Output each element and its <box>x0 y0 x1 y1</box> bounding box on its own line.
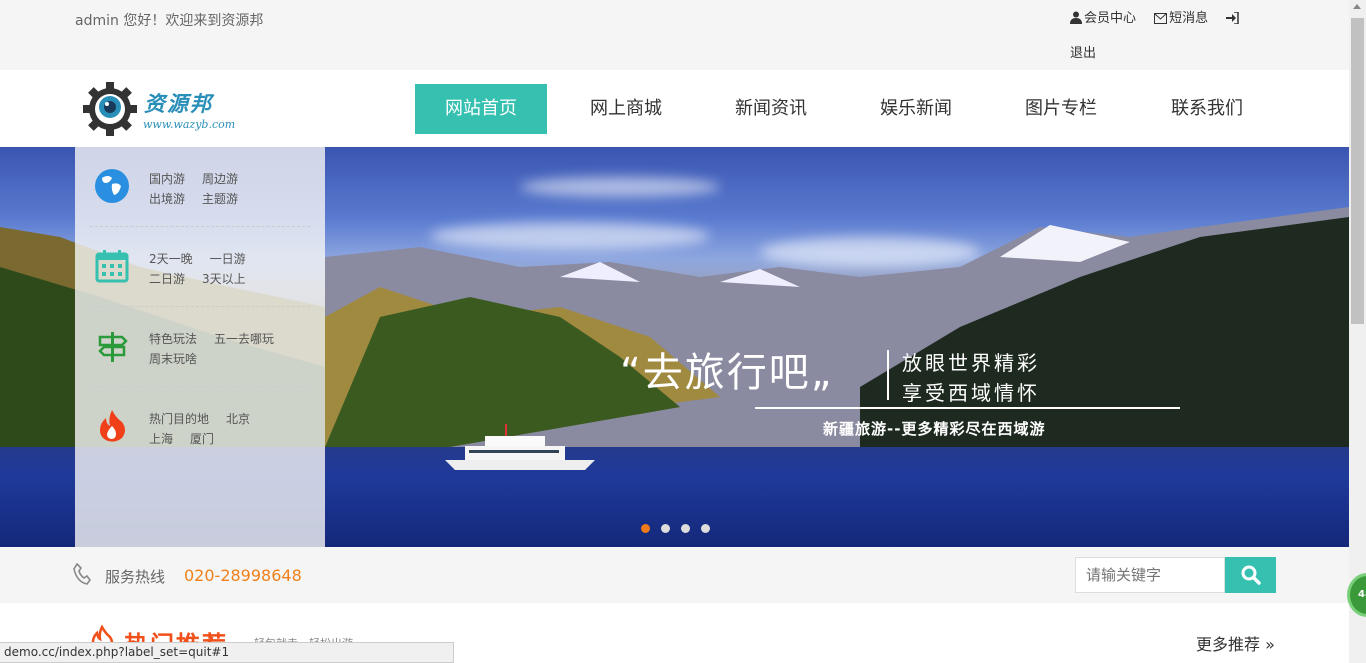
main-nav: 网站首页 网上商城 新闻资讯 娱乐新闻 图片专栏 联系我们 <box>415 84 1287 134</box>
nav-entertainment[interactable]: 娱乐新闻 <box>837 84 995 134</box>
nav-gallery[interactable]: 图片专栏 <box>995 84 1127 134</box>
calendar-icon <box>95 250 129 283</box>
user-links: 会员中心 短消息 退出 <box>1070 10 1270 63</box>
category-domestic: 国内游 周边游 出境游 主题游 <box>90 147 310 227</box>
category-panel: 国内游 周边游 出境游 主题游 2天一晚 一日游 二日游 3天以上 特色玩法 五一去哪玩 … <box>75 147 325 547</box>
member-center-label: 会员中心 <box>1084 11 1137 26</box>
link-domestic[interactable]: 国内游 <box>149 169 185 189</box>
envelope-icon <box>1154 13 1168 24</box>
category-feature: 特色玩法 五一去哪玩 周末玩啥 <box>90 307 310 387</box>
link-1day[interactable]: 一日游 <box>210 249 246 269</box>
eye-gear-icon <box>83 82 137 136</box>
search-input[interactable] <box>1075 557 1225 593</box>
messages-label: 短消息 <box>1169 11 1209 26</box>
nav-contact[interactable]: 联系我们 <box>1127 84 1287 134</box>
link-3day-plus[interactable]: 3天以上 <box>202 269 246 289</box>
link-shanghai[interactable]: 上海 <box>149 429 173 449</box>
search-button[interactable] <box>1225 557 1276 593</box>
link-2day[interactable]: 二日游 <box>149 269 185 289</box>
slogan-divider <box>887 350 889 400</box>
link-xiamen[interactable]: 厦门 <box>190 429 214 449</box>
browser-status-bar: demo.cc/index.php?label_set=quit#1 <box>0 642 454 663</box>
phone-icon <box>73 563 91 585</box>
hotline-label: 服务热线 <box>105 568 166 586</box>
globe-icon <box>95 169 129 203</box>
site-logo[interactable]: 资源邦 www.wazyb.com <box>83 82 243 136</box>
more-recommendations-link[interactable]: 更多推荐 » <box>1196 631 1275 655</box>
nav-news[interactable]: 新闻资讯 <box>705 84 837 134</box>
site-header: 资源邦 www.wazyb.com 网站首页 网上商城 新闻资讯 娱乐新闻 图片… <box>0 70 1349 147</box>
signpost-icon <box>98 332 128 362</box>
link-theme[interactable]: 主题游 <box>202 189 238 209</box>
slogan-underline <box>755 407 1180 409</box>
link-weekend[interactable]: 周末玩啥 <box>149 349 197 369</box>
link-mayday[interactable]: 五一去哪玩 <box>214 329 274 349</box>
category-duration: 2天一晚 一日游 二日游 3天以上 <box>90 227 310 307</box>
logo-url: www.wazyb.com <box>143 118 236 131</box>
logo-name: 资源邦 <box>144 91 213 116</box>
banner-slogan-right-1: 放眼世界精彩 <box>902 351 1040 375</box>
hotline-number: 020-28998648 <box>184 566 302 585</box>
banner-slogan-right-2: 享受西域情怀 <box>902 381 1040 405</box>
service-bar: 服务热线 020-28998648 <box>0 547 1349 603</box>
link-2d1n[interactable]: 2天一晚 <box>149 249 193 269</box>
carousel-dot-1[interactable] <box>641 524 650 533</box>
login-icon-link[interactable] <box>1226 10 1241 28</box>
banner-slogan: “去旅行吧„ <box>620 350 834 396</box>
carousel-dot-4[interactable] <box>701 524 710 533</box>
carousel-dot-2[interactable] <box>661 524 670 533</box>
search-icon <box>1241 565 1261 585</box>
carousel-dots <box>641 524 721 533</box>
category-hot: 热门目的地 北京 上海 厦门 <box>90 387 310 467</box>
page-scrollbar[interactable] <box>1349 0 1366 663</box>
link-special[interactable]: 特色玩法 <box>149 329 197 349</box>
scroll-up-arrow-icon[interactable] <box>1353 4 1361 9</box>
sign-in-icon <box>1226 12 1240 24</box>
link-beijing[interactable]: 北京 <box>226 409 250 429</box>
user-icon <box>1070 11 1082 24</box>
top-bar: admin 您好！欢迎来到资源邦 会员中心 短消息 退出 <box>0 0 1349 70</box>
member-center-link[interactable]: 会员中心 <box>1070 10 1136 28</box>
link-nearby[interactable]: 周边游 <box>202 169 238 189</box>
boat-image <box>445 424 595 470</box>
logout-link[interactable]: 退出 <box>1070 45 1270 63</box>
nav-home[interactable]: 网站首页 <box>415 84 547 134</box>
welcome-text: admin 您好！欢迎来到资源邦 <box>75 13 264 29</box>
banner-subtitle: 新疆旅游--更多精彩尽在西域游 <box>823 420 1046 438</box>
link-outbound[interactable]: 出境游 <box>149 189 185 209</box>
nav-shop[interactable]: 网上商城 <box>547 84 705 134</box>
link-hot-destination[interactable]: 热门目的地 <box>149 409 209 429</box>
carousel-dot-3[interactable] <box>681 524 690 533</box>
flame-icon <box>100 410 125 442</box>
cloud <box>520 177 720 197</box>
messages-link[interactable]: 短消息 <box>1154 10 1208 28</box>
scroll-thumb[interactable] <box>1351 18 1364 324</box>
